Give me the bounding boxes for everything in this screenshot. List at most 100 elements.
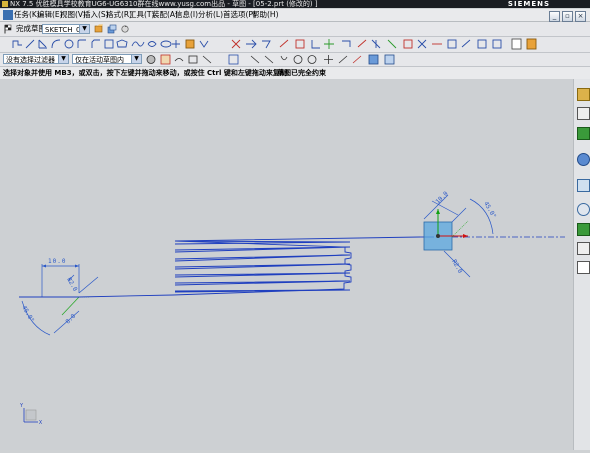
general-selection-icon [146,55,156,64]
snap-tools-strip [146,54,395,65]
graphics-window[interactable]: 10.0 R2.0 8.0 45.0° 10.0 R2.0 45.0° Y X [0,79,573,450]
snap-bounded-grid-icon [352,55,362,64]
menu-task[interactable]: 任务(K) [14,9,40,21]
update-sketch-icon [461,39,471,48]
selection-toolbar: 没有选择过滤器 ▼ 仅在活动草图内 ▼ [0,53,590,67]
orient-view-icon[interactable] [94,24,104,34]
chamfer-icon [91,39,100,48]
dim-left-top[interactable]: 10.0 [48,258,66,265]
convert-reference-icon [342,40,351,47]
menu-help[interactable]: 帮助(H) [252,9,279,21]
snap-midpoint-icon [280,55,288,61]
sketch-origin-point[interactable] [436,234,440,238]
svg-text:X: X [39,420,42,426]
web-browser-icon[interactable] [577,203,590,216]
title-bar: NX 7.5 优胜模具学校教育UG6-UG6310群在线www.yusg.com… [0,0,590,8]
minimize-button[interactable]: _ [549,11,560,22]
dim-right-slant[interactable]: R2.0 [450,259,463,275]
constraint-navigator-icon[interactable] [577,107,590,120]
resource-bar [573,79,590,450]
sketch-viewport[interactable]: 10.0 R2.0 8.0 45.0° 10.0 R2.0 45.0° Y X [0,79,573,450]
offset-curve-icon [185,39,195,49]
menu-insert[interactable]: 插入(S) [83,9,109,21]
menu-tools[interactable]: 工具(T) [129,9,154,21]
snap-point-on-curve-icon [264,55,274,64]
chevron-down-icon: ▼ [131,55,141,63]
menu-edit[interactable]: 编辑(E) [37,9,63,21]
coil-lines-group[interactable] [174,240,351,293]
chevron-down-icon: ▼ [58,55,68,63]
sketch-name-select[interactable]: SKETCH_000 ▼ [42,24,90,34]
selection-scope-select[interactable]: 仅在活动草图内 ▼ [72,54,142,64]
view-triad: Y X [20,403,42,426]
dim-left-slant[interactable]: R2.0 [65,277,78,293]
snap-intersection-icon [338,55,348,64]
ellipse-icon [160,40,172,48]
menu-preferences[interactable]: 首选项(P) [223,9,256,21]
chevron-down-icon: ▼ [79,25,89,33]
inferred-constraints-icon [371,39,381,49]
sketch-status-text: 草图已完全约束 [277,69,326,77]
hd3d-tools-icon[interactable] [577,179,590,192]
fillet-icon [77,39,86,48]
reuse-library-icon[interactable] [577,153,590,166]
snap-arc-center-icon [293,55,303,64]
menu-info[interactable]: 信息(I) [175,9,198,21]
intersect-curve-icon [526,38,537,50]
alternate-solution-icon [357,39,367,48]
show-constraints-icon [324,39,334,49]
conic-icon [147,41,157,47]
selection-filter-value: 没有选择过滤器 [6,56,55,64]
close-button[interactable]: × [575,11,586,22]
curve-toolbar [0,37,590,53]
line-icon [25,39,35,49]
part-navigator-icon[interactable] [577,127,590,140]
reattach-icon[interactable] [107,24,117,34]
constraint-icon [279,39,289,48]
window-title: NX 7.5 优胜模具学校教育UG6-UG6310群在线www.yusg.com… [10,0,318,8]
dim-left-angle[interactable]: 45.0° [20,305,35,324]
animate-dimension-icon [417,39,427,49]
feature-curves-icon [188,55,198,64]
update-model-icon[interactable] [120,24,130,34]
circle-icon [64,39,74,49]
snap-line-icon [202,55,212,64]
menu-bar: 任务(K) 编辑(E) 视图(V) 插入(S) 格式(R) 工具(T) 装配(A… [0,9,590,22]
system-materials-icon[interactable] [577,242,590,255]
assembly-navigator-icon[interactable] [577,88,590,101]
rectangle-corner-icon [38,39,47,49]
app-menu-icon[interactable] [3,10,13,20]
snap-tangent-icon [250,55,260,64]
curve-rule-icon [174,58,184,62]
restore-button[interactable]: ▫ [562,11,573,22]
dim-right-angle[interactable]: 45.0° [482,201,497,220]
point-icon [172,40,180,48]
menu-analysis[interactable]: 分析(L) [198,9,223,21]
evaluate-sketch-icon [447,39,457,49]
dim-right-top[interactable]: 10.0 [434,190,449,205]
sketch-style-icon [477,39,487,49]
polygon-icon [116,39,128,48]
sketch-toolbar: 完成草图 SKETCH_000 ▼ [0,22,590,37]
create-inferred-icon [387,39,397,49]
quick-trim-icon [231,39,241,49]
finish-sketch-flag-icon[interactable] [4,24,14,34]
arc-icon [51,39,61,49]
derived-line-icon [199,40,209,48]
selection-filter-select[interactable]: 没有选择过滤器 ▼ [3,54,69,64]
svg-text:Y: Y [20,403,23,409]
profile-icon [12,40,22,48]
window-controls: _ ▫ × [547,10,586,22]
history-icon[interactable] [577,223,590,236]
roles-icon[interactable] [577,261,590,274]
nx-logo-icon [2,1,8,7]
relations-browser-icon [403,39,413,49]
curve-tools-strip [12,38,537,50]
rectangle-icon [104,39,114,49]
spline-icon [131,41,145,47]
quick-extend-icon [246,39,257,49]
brand-label: SIEMENS [507,0,550,8]
snap-pole-icon [368,54,379,65]
make-corner-icon [262,40,271,49]
snap-face-icon [384,54,395,65]
